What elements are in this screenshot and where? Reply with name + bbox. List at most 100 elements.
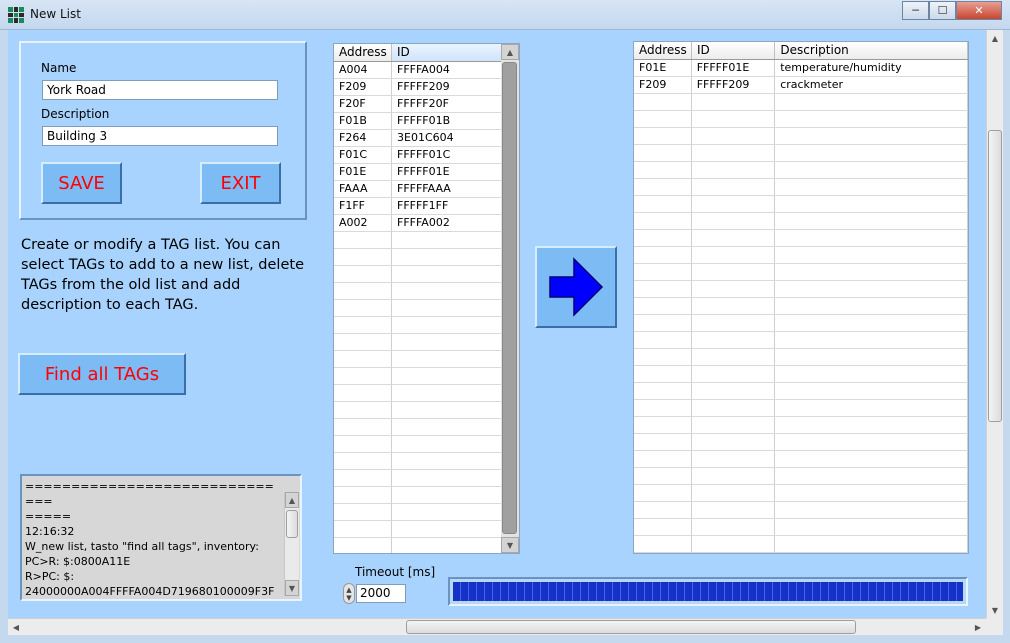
table-row[interactable] — [634, 264, 968, 281]
table-cell[interactable] — [775, 247, 968, 263]
table-row[interactable]: F01C FFFFF01C — [334, 147, 519, 164]
table-row[interactable]: F20F FFFFF20F — [334, 96, 519, 113]
table-cell[interactable] — [392, 232, 502, 248]
scroll-right-arrow-icon[interactable]: ▶ — [970, 619, 986, 635]
scroll-up-arrow-icon[interactable]: ▲ — [501, 44, 519, 60]
table-cell[interactable] — [392, 538, 502, 553]
description-field[interactable]: Building 3 — [42, 126, 278, 146]
table-cell[interactable]: FFFFFAAA — [392, 181, 502, 197]
table-cell[interactable] — [334, 385, 392, 401]
scroll-down-arrow-icon[interactable]: ▼ — [987, 602, 1003, 618]
table-cell[interactable] — [392, 470, 502, 486]
table-cell[interactable] — [634, 162, 692, 178]
table-row[interactable] — [334, 402, 519, 419]
table-row[interactable] — [634, 213, 968, 230]
table-cell[interactable] — [634, 298, 692, 314]
table-cell[interactable] — [775, 349, 968, 365]
add-to-list-button[interactable] — [535, 246, 617, 328]
table-cell[interactable] — [775, 519, 968, 535]
source-scroll-thumb[interactable] — [502, 62, 517, 534]
table-cell[interactable] — [334, 487, 392, 503]
table-row[interactable] — [334, 504, 519, 521]
table-row[interactable]: F209 FFFFF209 crackmeter — [634, 77, 968, 94]
column-header-address[interactable]: Address — [634, 42, 692, 59]
table-cell[interactable]: F209 — [634, 77, 692, 93]
table-cell[interactable]: FFFFF01E — [692, 60, 776, 76]
table-cell[interactable] — [692, 383, 776, 399]
table-row[interactable] — [634, 536, 968, 553]
table-cell[interactable] — [775, 485, 968, 501]
table-row[interactable] — [634, 179, 968, 196]
table-cell[interactable] — [634, 383, 692, 399]
table-row[interactable] — [634, 434, 968, 451]
table-cell[interactable] — [775, 383, 968, 399]
table-cell[interactable] — [692, 247, 776, 263]
column-header-description[interactable]: Description — [775, 42, 968, 59]
table-cell[interactable] — [392, 504, 502, 520]
table-row[interactable]: F1FF FFFFF1FF — [334, 198, 519, 215]
table-cell[interactable] — [634, 400, 692, 416]
table-row[interactable] — [334, 249, 519, 266]
table-cell[interactable]: F20F — [334, 96, 392, 112]
table-row[interactable] — [334, 317, 519, 334]
table-cell[interactable] — [775, 332, 968, 348]
table-cell[interactable] — [634, 485, 692, 501]
table-cell[interactable] — [392, 300, 502, 316]
table-cell[interactable] — [634, 451, 692, 467]
table-row[interactable] — [634, 128, 968, 145]
table-cell[interactable]: FAAA — [334, 181, 392, 197]
table-cell[interactable]: FFFFF01B — [392, 113, 502, 129]
table-cell[interactable] — [334, 419, 392, 435]
column-header-id[interactable]: ID — [392, 44, 502, 61]
table-row[interactable] — [334, 232, 519, 249]
table-cell[interactable] — [634, 468, 692, 484]
table-cell[interactable]: F01C — [334, 147, 392, 163]
table-cell[interactable] — [634, 281, 692, 297]
table-cell[interactable] — [775, 94, 968, 110]
source-tag-table[interactable]: Address ID A004 FFFFA004 F209 FFFFF209 F20F F… — [333, 43, 520, 554]
table-cell[interactable] — [775, 179, 968, 195]
table-cell[interactable] — [775, 162, 968, 178]
table-cell[interactable] — [775, 451, 968, 467]
table-cell[interactable] — [775, 468, 968, 484]
table-cell[interactable] — [392, 419, 502, 435]
table-cell[interactable]: FFFFF1FF — [392, 198, 502, 214]
table-row[interactable]: F01E FFFFF01E temperature/humidity — [634, 60, 968, 77]
scroll-down-arrow-icon[interactable]: ▼ — [501, 537, 519, 553]
table-cell[interactable] — [334, 521, 392, 537]
table-cell[interactable] — [692, 434, 776, 450]
table-cell[interactable] — [692, 213, 776, 229]
table-cell[interactable] — [775, 145, 968, 161]
table-cell[interactable] — [692, 349, 776, 365]
table-cell[interactable] — [692, 298, 776, 314]
table-cell[interactable] — [692, 128, 776, 144]
table-cell[interactable] — [334, 351, 392, 367]
table-row[interactable]: F01B FFFFF01B — [334, 113, 519, 130]
window-vertical-scrollbar[interactable]: ▲ ▼ — [986, 30, 1003, 618]
table-cell[interactable]: FFFFF209 — [392, 79, 502, 95]
table-cell[interactable] — [634, 366, 692, 382]
table-cell[interactable]: F209 — [334, 79, 392, 95]
table-cell[interactable] — [634, 264, 692, 280]
column-header-address[interactable]: Address — [334, 44, 392, 61]
table-row[interactable] — [334, 419, 519, 436]
table-cell[interactable] — [634, 332, 692, 348]
table-row[interactable] — [334, 300, 519, 317]
table-cell[interactable]: A002 — [334, 215, 392, 231]
table-row[interactable]: F209 FFFFF209 — [334, 79, 519, 96]
table-cell[interactable]: 3E01C604 — [392, 130, 502, 146]
table-cell[interactable] — [692, 94, 776, 110]
table-cell[interactable]: temperature/humidity — [775, 60, 968, 76]
table-cell[interactable] — [334, 504, 392, 520]
table-cell[interactable] — [634, 230, 692, 246]
table-row[interactable]: A004 FFFFA004 — [334, 62, 519, 79]
table-cell[interactable] — [334, 470, 392, 486]
table-cell[interactable] — [634, 434, 692, 450]
table-cell[interactable] — [692, 468, 776, 484]
table-cell[interactable] — [392, 453, 502, 469]
name-field[interactable]: York Road — [42, 80, 278, 100]
table-cell[interactable] — [634, 502, 692, 518]
table-row[interactable]: FAAA FFFFFAAA — [334, 181, 519, 198]
table-row[interactable] — [334, 453, 519, 470]
table-cell[interactable]: F1FF — [334, 198, 392, 214]
